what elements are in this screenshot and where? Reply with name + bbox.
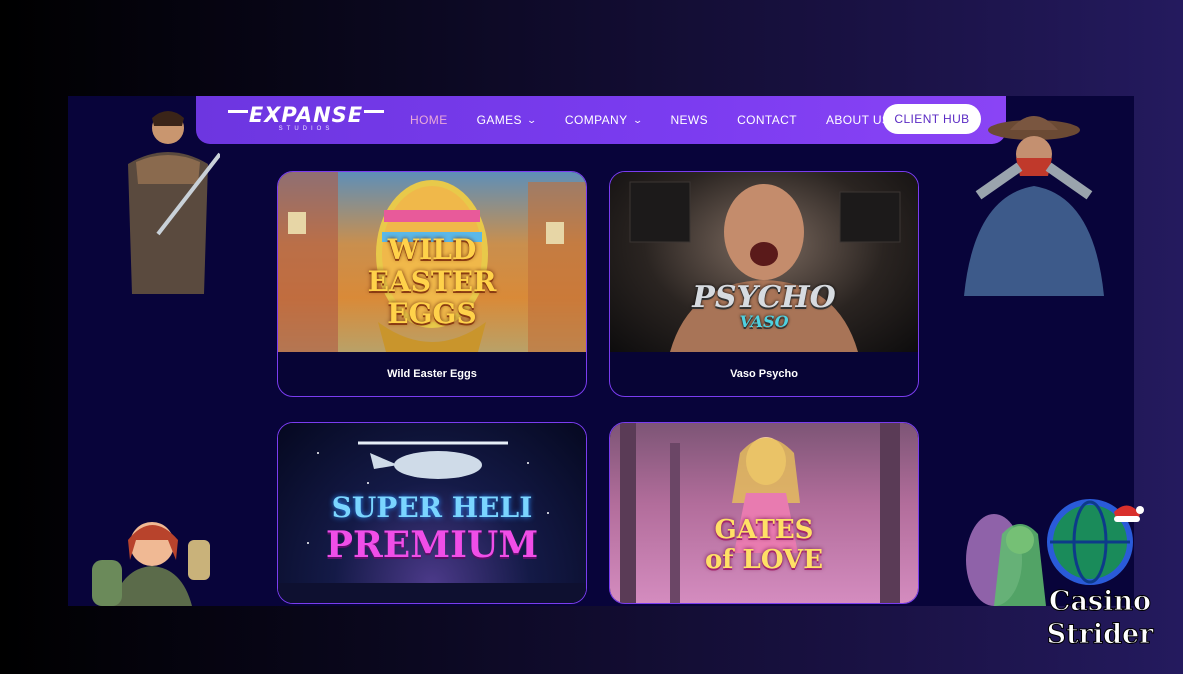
- website-viewport: EXPANSE STUDIOS HOME GAMES ⌄ COMPANY ⌄ N…: [68, 96, 1134, 606]
- game-card-gates-of-love[interactable]: GATES of LOVE: [609, 422, 919, 604]
- game-logo-text: GATES of LOVE: [610, 515, 918, 575]
- chevron-down-icon: ⌄: [631, 114, 644, 125]
- watermark-line: Casino: [1048, 586, 1152, 618]
- game-thumbnail: PSYCHO VASO: [610, 172, 918, 352]
- nav-games[interactable]: GAMES ⌄: [476, 113, 538, 127]
- nav-news[interactable]: NEWS: [670, 113, 708, 127]
- logo-subtext: STUDIOS: [278, 126, 334, 132]
- nav-games-label: GAMES: [476, 113, 522, 127]
- game-thumbnail: SUPER HELI PREMIUM: [278, 423, 586, 603]
- game-card-vaso-psycho[interactable]: PSYCHO VASO Vaso Psycho: [609, 171, 919, 397]
- game-thumbnail: GATES of LOVE: [610, 423, 918, 603]
- nav-company-label: COMPANY: [564, 113, 628, 127]
- globe-icon: [1047, 499, 1144, 585]
- top-navbar: EXPANSE STUDIOS HOME GAMES ⌄ COMPANY ⌄ N…: [196, 96, 1006, 144]
- casino-strider-watermark: Casino Strider: [1030, 585, 1170, 651]
- logo-line: EASTER: [367, 265, 497, 298]
- nav-company[interactable]: COMPANY ⌄: [564, 113, 644, 127]
- game-thumbnail: WILD EASTER EGGS: [278, 172, 586, 352]
- logo-line: GATES: [714, 515, 814, 545]
- cowboy-character-image: [964, 116, 1104, 296]
- main-menu: HOME GAMES ⌄ COMPANY ⌄ NEWS CONTACT ABOU…: [410, 96, 919, 144]
- logo-line: of LOVE: [704, 545, 824, 575]
- explorer-girl-character-image: [92, 522, 210, 606]
- warrior-character-image: [128, 111, 220, 294]
- game-title: Wild Easter Eggs: [387, 368, 477, 380]
- nav-news-label: NEWS: [670, 113, 709, 127]
- nav-home[interactable]: HOME: [410, 113, 448, 127]
- game-logo-text: PSYCHO VASO: [610, 282, 918, 330]
- chevron-down-icon: ⌄: [526, 114, 538, 125]
- nav-contact[interactable]: CONTACT: [737, 113, 797, 127]
- logo-text: EXPANSE: [248, 103, 364, 127]
- logo-line: PSYCHO: [692, 280, 836, 315]
- logo-line: VASO: [739, 312, 789, 331]
- game-card-wild-easter-eggs[interactable]: WILD EASTER EGGS Wild Easter Eggs: [277, 171, 587, 397]
- nav-contact-label: CONTACT: [737, 113, 797, 127]
- logo-line: EGGS: [387, 297, 477, 330]
- game-logo-text: WILD EASTER EGGS: [278, 234, 586, 330]
- game-logo-text: SUPER HELI PREMIUM: [278, 491, 586, 565]
- logo-line: SUPER HELI: [331, 491, 533, 524]
- logo-line: PREMIUM: [325, 524, 539, 566]
- nav-about-us-label: ABOUT US: [825, 113, 891, 127]
- nav-home-label: HOME: [410, 113, 448, 127]
- logo-line: WILD: [387, 233, 477, 266]
- nav-about-us[interactable]: ABOUT US: [826, 113, 890, 127]
- goddess-illustration: [620, 423, 900, 603]
- expanse-studios-logo[interactable]: EXPANSE STUDIOS: [228, 103, 384, 136]
- game-card-super-heli-premium[interactable]: SUPER HELI PREMIUM: [277, 422, 587, 604]
- watermark-line: Strider: [1046, 619, 1154, 651]
- logo-wing-right: [364, 110, 384, 113]
- game-title: Vaso Psycho: [730, 368, 798, 380]
